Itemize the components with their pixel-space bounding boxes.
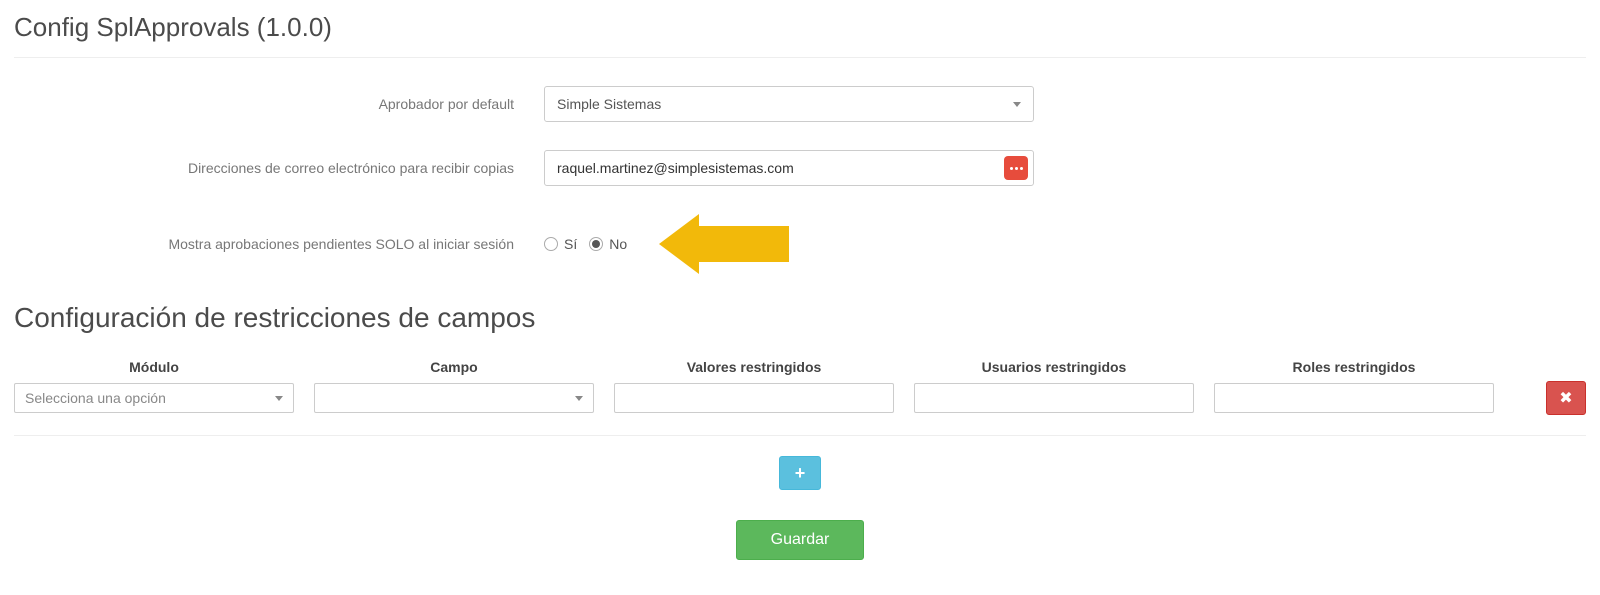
input-valores[interactable]	[614, 383, 894, 413]
chevron-down-icon	[275, 396, 283, 401]
header-campo: Campo	[314, 359, 594, 375]
divider	[14, 57, 1586, 58]
select-modulo[interactable]: Selecciona una opción	[14, 383, 294, 413]
radio-no[interactable]	[589, 237, 603, 251]
header-usuarios: Usuarios restringidos	[914, 359, 1194, 375]
label-aprobador: Aprobador por default	[14, 96, 514, 112]
radio-si[interactable]	[544, 237, 558, 251]
chevron-down-icon	[1013, 102, 1021, 107]
select-aprobador-value: Simple Sistemas	[557, 96, 661, 112]
select-aprobador[interactable]: Simple Sistemas	[544, 86, 1034, 122]
label-direcciones: Direcciones de correo electrónico para r…	[14, 160, 514, 176]
header-roles: Roles restringidos	[1214, 359, 1494, 375]
select-campo[interactable]	[314, 383, 594, 413]
restrict-row: Módulo Selecciona una opción Campo Valor…	[14, 359, 1586, 436]
select-modulo-value: Selecciona una opción	[25, 390, 166, 406]
row-mostrar-pendientes: Mostra aprobaciones pendientes SOLO al i…	[14, 214, 1586, 274]
password-manager-icon[interactable]	[1004, 156, 1028, 180]
label-mostrar-pendientes: Mostra aprobaciones pendientes SOLO al i…	[14, 236, 514, 252]
header-valores: Valores restringidos	[614, 359, 894, 375]
divider2	[14, 348, 1586, 349]
section-title-restricciones: Configuración de restricciones de campos	[14, 302, 1586, 334]
save-button[interactable]: Guardar	[736, 520, 865, 560]
input-usuarios[interactable]	[914, 383, 1194, 413]
plus-icon: +	[795, 463, 806, 484]
row-aprobador: Aprobador por default Simple Sistemas	[14, 86, 1586, 122]
page-title: Config SplApprovals (1.0.0)	[14, 12, 1586, 43]
close-icon: ✖	[1559, 388, 1572, 408]
add-row-button[interactable]: +	[779, 456, 821, 490]
input-direcciones[interactable]	[544, 150, 1034, 186]
radio-si-label: Sí	[564, 236, 577, 252]
radio-group-mostrar: Sí No	[544, 214, 789, 274]
row-direcciones: Direcciones de correo electrónico para r…	[14, 150, 1586, 186]
radio-no-label: No	[609, 236, 627, 252]
highlight-arrow	[659, 214, 789, 274]
delete-row-button[interactable]: ✖	[1546, 381, 1586, 415]
header-modulo: Módulo	[14, 359, 294, 375]
input-roles[interactable]	[1214, 383, 1494, 413]
chevron-down-icon	[575, 396, 583, 401]
